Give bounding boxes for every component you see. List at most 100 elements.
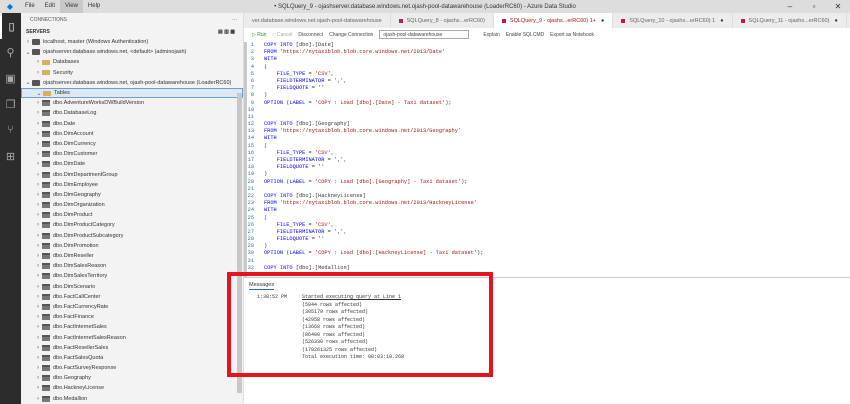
menu-view[interactable]: View xyxy=(60,0,83,13)
chevron-right-icon[interactable]: › xyxy=(34,182,42,188)
table-node[interactable]: › dbo.HackneyLicense xyxy=(21,383,243,393)
chevron-right-icon[interactable]: › xyxy=(34,314,42,320)
more-icon[interactable]: ··· xyxy=(232,17,237,23)
chevron-right-icon[interactable]: › xyxy=(34,284,42,290)
chevron-right-icon[interactable]: › xyxy=(34,365,42,371)
chevron-right-icon[interactable]: › xyxy=(34,151,42,157)
table-node[interactable]: › dbo.DimPromotion xyxy=(21,241,243,251)
chevron-right-icon[interactable]: › xyxy=(34,100,42,106)
table-node[interactable]: › dbo.DimCurrency xyxy=(21,139,243,149)
servers-header[interactable]: SERVERS xyxy=(26,29,50,35)
table-node[interactable]: › dbo.FactCurrencyRate xyxy=(21,302,243,312)
save-icon[interactable]: ▣ xyxy=(0,65,21,91)
chevron-right-icon[interactable]: › xyxy=(34,396,42,402)
table-node[interactable]: › dbo.Geography xyxy=(21,373,243,383)
table-node[interactable]: › dbo.DimAccount xyxy=(21,129,243,139)
table-node[interactable]: › dbo.Medallion xyxy=(21,394,243,404)
table-node[interactable]: › dbo.DimProductSubcategory xyxy=(21,231,243,241)
export-notebook-button[interactable]: Export as Notebook xyxy=(550,32,594,38)
code-editor[interactable]: 1 COPY INTO [dbo].[Date] 2 FROM 'https://ny… xyxy=(244,42,850,280)
connections-icon[interactable]: ▯ xyxy=(0,13,21,39)
chevron-right-icon[interactable]: › xyxy=(34,172,42,178)
unsaved-dot-icon[interactable]: ● xyxy=(834,18,837,24)
change-connection-button[interactable]: Change Connection xyxy=(329,32,373,38)
table-node[interactable]: › dbo.FactCallCenter xyxy=(21,292,243,302)
chevron-right-icon[interactable]: › xyxy=(34,192,42,198)
table-node[interactable]: › dbo.DimProductCategory xyxy=(21,220,243,230)
chevron-right-icon[interactable]: › xyxy=(34,233,42,239)
chevron-right-icon[interactable]: › xyxy=(34,202,42,208)
chevron-right-icon[interactable]: › xyxy=(24,39,32,45)
tree-node[interactable]: › Databases xyxy=(21,57,243,67)
chevron-right-icon[interactable]: › xyxy=(34,222,42,228)
menu-edit[interactable]: Edit xyxy=(40,0,60,13)
tree-node[interactable]: › localhost, master (Windows Authenticati… xyxy=(21,37,243,47)
table-node[interactable]: › dbo.DimCustomer xyxy=(21,149,243,159)
source-control-icon[interactable]: ⑂ xyxy=(0,117,21,143)
unsaved-dot-icon[interactable]: ● xyxy=(720,18,723,24)
chevron-right-icon[interactable]: › xyxy=(34,324,42,330)
cancel-button[interactable]: □ Cancel xyxy=(272,32,292,38)
tree-node[interactable]: ⌄ ojashserver.database.windows.net, <defa… xyxy=(21,47,243,57)
tree-node[interactable]: ⌄ ojashserver.database.windows.net, ojash… xyxy=(21,78,243,88)
chevron-right-icon[interactable]: › xyxy=(34,375,42,381)
chevron-right-icon[interactable]: › xyxy=(34,131,42,137)
database-select[interactable]: ojash-pool-datawarehouse xyxy=(379,30,470,39)
chevron-right-icon[interactable]: › xyxy=(34,212,42,218)
table-node[interactable]: › dbo.DimSalesTerritory xyxy=(21,271,243,281)
extensions-icon[interactable]: ⊞ xyxy=(0,143,21,169)
maximize-button[interactable]: ▫ xyxy=(802,0,826,13)
chevron-down-icon[interactable]: ⌄ xyxy=(24,49,32,56)
table-node[interactable]: › dbo.DimSalesReason xyxy=(21,261,243,271)
chevron-right-icon[interactable]: › xyxy=(34,141,42,147)
table-node[interactable]: › dbo.FactSalesQuota xyxy=(21,353,243,363)
table-node[interactable]: › dbo.DatabaseLog xyxy=(21,108,243,118)
server-actions[interactable]: ▤ ▥ ▦ xyxy=(218,29,235,35)
table-node[interactable]: › dbo.FactSurveyResponse xyxy=(21,363,243,373)
table-node[interactable]: › dbo.FactResellerSales xyxy=(21,343,243,353)
table-node[interactable]: › dbo.DimDepartmentGroup xyxy=(21,169,243,179)
chevron-right-icon[interactable]: › xyxy=(34,304,42,310)
menu-help[interactable]: Help xyxy=(83,0,105,13)
chevron-right-icon[interactable]: › xyxy=(34,273,42,279)
explain-button[interactable]: Explain xyxy=(483,32,499,38)
chevron-right-icon[interactable]: › xyxy=(34,335,42,341)
table-node[interactable]: › dbo.Date xyxy=(21,119,243,129)
table-node[interactable]: › dbo.FactInternetSalesReason xyxy=(21,332,243,342)
tab-query[interactable]: ver.database.windows.net.ojash-pool-data… xyxy=(244,13,391,28)
disconnect-button[interactable]: Disconnect xyxy=(298,32,323,38)
run-button[interactable]: ▷ Run xyxy=(252,32,266,38)
chevron-right-icon[interactable]: › xyxy=(34,70,42,76)
chevron-right-icon[interactable]: › xyxy=(34,59,42,65)
minimize-button[interactable]: – xyxy=(778,0,802,13)
table-node[interactable]: › dbo.DimOrganization xyxy=(21,200,243,210)
table-node[interactable]: › dbo.DimEmployee xyxy=(21,180,243,190)
tab-query[interactable]: SQLQuery_11 - ojashs...erRC60) ● xyxy=(733,13,847,28)
table-node[interactable]: › dbo.DimScenario xyxy=(21,282,243,292)
chevron-right-icon[interactable]: › xyxy=(34,385,42,391)
tab-query[interactable]: SQLQuery_10 - ojashs...erRC60) 1 ● xyxy=(613,13,733,28)
unsaved-dot-icon[interactable]: ● xyxy=(601,18,604,24)
chevron-down-icon[interactable]: ⌄ xyxy=(35,90,43,97)
search-icon[interactable]: ⚲ xyxy=(0,39,21,65)
chevron-right-icon[interactable]: › xyxy=(34,243,42,249)
table-node[interactable]: › dbo.FactFinance xyxy=(21,312,243,322)
close-button[interactable]: ✕ xyxy=(826,0,850,13)
chevron-right-icon[interactable]: › xyxy=(34,355,42,361)
table-node[interactable]: › dbo.AdventureWorksDWBuildVersion xyxy=(21,98,243,108)
chevron-right-icon[interactable]: › xyxy=(34,263,42,269)
tree-node[interactable]: ⌄ Tables xyxy=(21,87,243,99)
chevron-right-icon[interactable]: › xyxy=(34,253,42,259)
table-node[interactable]: › dbo.DimDate xyxy=(21,159,243,169)
chevron-right-icon[interactable]: › xyxy=(34,345,42,351)
chevron-right-icon[interactable]: › xyxy=(34,121,42,127)
tree-node[interactable]: › Security xyxy=(21,68,243,78)
table-node[interactable]: › dbo.FactInternetSales xyxy=(21,322,243,332)
chevron-right-icon[interactable]: › xyxy=(34,161,42,167)
chevron-right-icon[interactable]: › xyxy=(34,294,42,300)
table-node[interactable]: › dbo.DimGeography xyxy=(21,190,243,200)
enable-sqlcmd-button[interactable]: Enable SQLCMD xyxy=(506,32,544,38)
menu-file[interactable]: File xyxy=(20,0,40,13)
tab-query[interactable]: SQLQuery_9 - ojashs...erRC60) 1+ ● xyxy=(493,13,614,28)
copy-icon[interactable]: ❐ xyxy=(0,91,21,117)
